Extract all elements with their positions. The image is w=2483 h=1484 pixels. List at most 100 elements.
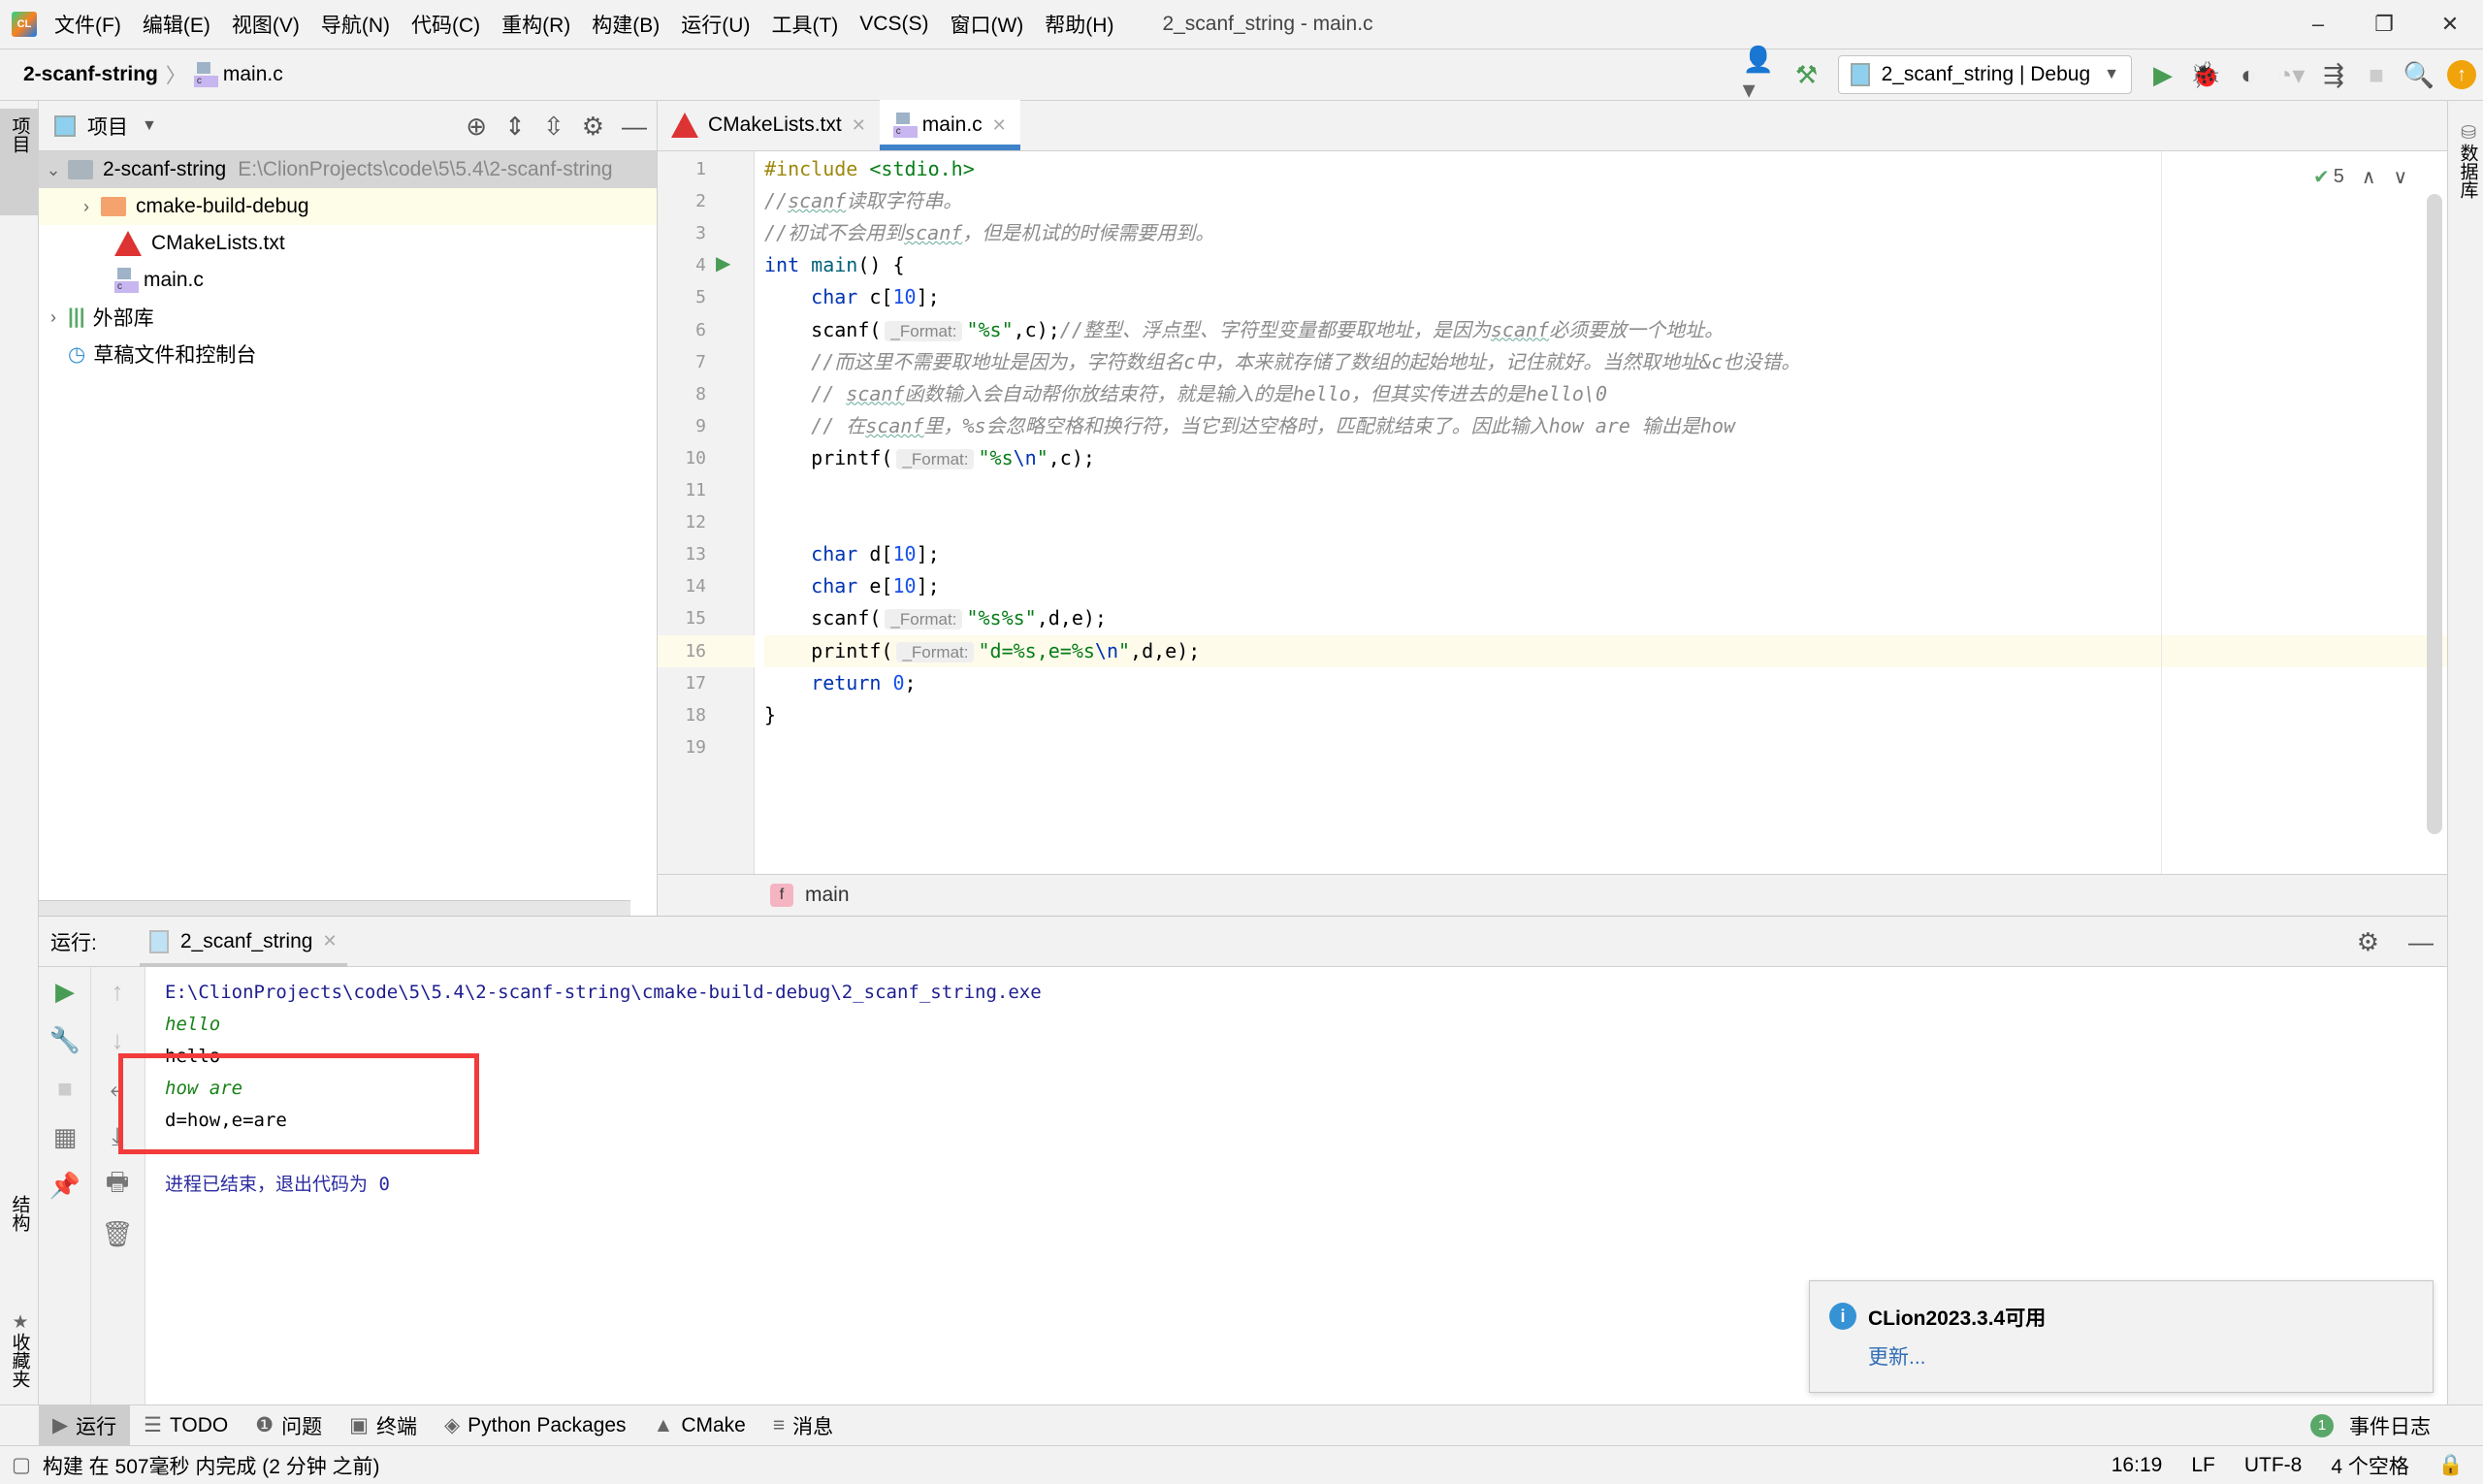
update-link[interactable]: 更新... (1868, 1341, 1926, 1371)
tree-item-cmake-build-debug[interactable]: › cmake-build-debug (39, 188, 657, 225)
menu-file[interactable]: 文件(F) (54, 10, 121, 39)
code-line[interactable]: #include <stdio.h> (764, 153, 975, 185)
trash-icon[interactable]: 🗑 (91, 1210, 144, 1258)
file-encoding[interactable]: UTF-8 (2244, 1454, 2303, 1477)
vertical-scrollbar[interactable] (2427, 194, 2442, 834)
menu-navigate[interactable]: 导航(N) (321, 10, 390, 39)
menu-edit[interactable]: 编辑(E) (143, 10, 210, 39)
close-button[interactable]: ✕ (2417, 0, 2483, 48)
status-toggle-icon[interactable]: ▢ (12, 1453, 31, 1477)
run-gutter-icon[interactable]: ▶ (716, 251, 730, 275)
caret-position[interactable]: 16:19 (2112, 1454, 2163, 1477)
code-line[interactable]: scanf(_Format: "%s",c);//整型、浮点型、字符型变量都要取地… (764, 314, 1724, 346)
indent-setting[interactable]: 4 个空格 (2331, 1451, 2409, 1480)
code-line[interactable]: return 0; (764, 667, 916, 699)
expand-all-icon[interactable]: ⇕ (504, 112, 526, 142)
stop-icon[interactable]: ■ (2355, 53, 2398, 96)
toolwin-terminal[interactable]: ▣ 终端 (336, 1405, 431, 1446)
menu-run[interactable]: 运行(U) (681, 10, 750, 39)
hide-icon[interactable]: — (622, 112, 647, 142)
lock-icon[interactable]: 🔒 (2438, 1454, 2464, 1477)
search-icon[interactable]: 🔍 (2398, 53, 2440, 96)
tree-item-project[interactable]: ⌄ 2-scanf-string E:\ClionProjects\code\5… (39, 151, 657, 188)
event-log-button[interactable]: 1 事件日志 (2297, 1405, 2444, 1446)
chevron-right-icon[interactable]: › (39, 307, 68, 328)
profile-icon[interactable]: ◔▾ (2270, 53, 2312, 96)
tree-item-scratches[interactable]: ◷ 草稿文件和控制台 (39, 336, 657, 372)
menu-vcs[interactable]: VCS(S) (859, 13, 928, 36)
tree-item-external-libraries[interactable]: › ||| 外部库 (39, 299, 657, 336)
toolwin-cmake[interactable]: ▲ CMake (640, 1405, 759, 1446)
layout-icon[interactable]: ▦ (39, 1113, 91, 1161)
chevron-down-icon[interactable]: ∨ (2394, 165, 2408, 189)
toolwin-python-packages[interactable]: ◈ Python Packages (431, 1405, 640, 1446)
code-line[interactable]: } (764, 699, 776, 731)
inspection-widget[interactable]: ✔ 5 ∧ ∨ (2313, 165, 2407, 189)
user-icon[interactable]: 👤▾ (1743, 45, 1786, 104)
pin-icon[interactable]: 📌 (39, 1161, 91, 1210)
tree-item-cmakelists[interactable]: CMakeLists.txt (39, 225, 657, 262)
build-hammer-icon[interactable]: ⚒ (1786, 53, 1828, 96)
code-line[interactable]: printf(_Format: "%s\n",c); (764, 442, 1095, 474)
toolwin-problems[interactable]: ❶ 问题 (242, 1405, 336, 1446)
toolwin-run[interactable]: ▶ 运行 (39, 1404, 131, 1446)
code-editor[interactable]: #include <stdio.h>//scanf读取字符串。//初试不会用到s… (755, 151, 2457, 874)
code-line[interactable]: // scanf函数输入会自动帮你放结束符，就是输入的是hello，但其实传进去… (764, 378, 1607, 410)
minimize-button[interactable]: – (2285, 0, 2351, 48)
chevron-up-icon[interactable]: ∧ (2362, 165, 2376, 189)
code-line[interactable]: char d[10]; (764, 538, 939, 570)
menu-window[interactable]: 窗口(W) (950, 10, 1023, 39)
line-separator[interactable]: LF (2191, 1454, 2215, 1477)
coverage-icon[interactable]: ◐ (2227, 53, 2270, 96)
horizontal-scrollbar[interactable] (39, 900, 630, 916)
code-line[interactable]: // 在scanf里，%s会忽略空格和换行符，当它到达空格时，匹配就结束了。因此… (764, 410, 1735, 442)
code-line[interactable]: //而这里不需要取地址是因为，字符数组名c中，本来就存储了数组的起始地址，记住就… (764, 346, 1800, 378)
code-line[interactable]: scanf(_Format: "%s%s",d,e); (764, 602, 1107, 634)
close-tab-icon[interactable]: ✕ (852, 115, 866, 136)
chevron-right-icon[interactable]: › (72, 197, 101, 217)
hide-icon[interactable]: — (2408, 927, 2434, 957)
function-breadcrumb[interactable]: main (805, 884, 850, 907)
toolwin-messages[interactable]: ≡ 消息 (759, 1405, 847, 1446)
locate-icon[interactable]: ⊕ (466, 112, 487, 142)
project-side-tab[interactable]: 项目 (0, 109, 39, 215)
chevron-down-icon[interactable]: ⌄ (39, 160, 68, 180)
run-icon[interactable]: ▶ (2142, 53, 2184, 96)
debug-icon[interactable]: 🐞 (2184, 53, 2227, 96)
gear-icon[interactable]: ⚙ (2357, 927, 2379, 957)
code-line[interactable]: char c[10]; (764, 281, 939, 313)
print-icon[interactable]: 🖶 (91, 1161, 144, 1210)
stop-icon[interactable]: ■ (39, 1064, 91, 1113)
breadcrumb-file[interactable]: main.c (223, 63, 283, 86)
tab-main-c[interactable]: main.c ✕ (879, 100, 1020, 150)
toolwin-todo[interactable]: ☰ TODO (130, 1405, 242, 1446)
code-line[interactable]: //scanf读取字符串。 (764, 185, 962, 217)
menu-tools[interactable]: 工具(T) (771, 10, 838, 39)
rerun-icon[interactable]: ▶ (39, 967, 91, 1016)
wrench-icon[interactable]: 🔧 (39, 1016, 91, 1064)
project-view-select[interactable]: 项目 (87, 112, 128, 141)
menu-refactor[interactable]: 重构(R) (501, 10, 570, 39)
gear-icon[interactable]: ⚙ (582, 112, 604, 142)
database-side-tab[interactable]: ⛁ 数据库 (2448, 114, 2483, 231)
structure-side-tab[interactable]: 结构 (0, 1187, 39, 1294)
menu-view[interactable]: 视图(V) (232, 10, 300, 39)
tab-cmakelists[interactable]: CMakeLists.txt ✕ (658, 100, 880, 150)
collapse-all-icon[interactable]: ⇳ (543, 112, 564, 142)
breadcrumb-project[interactable]: 2-scanf-string (23, 63, 158, 86)
arrow-up-icon[interactable]: ↑ (91, 967, 144, 1016)
code-line[interactable]: char e[10]; (764, 570, 939, 602)
code-line[interactable]: //初试不会用到scanf，但是机试的时候需要用到。 (764, 217, 1214, 249)
restore-button[interactable]: ❐ (2351, 0, 2417, 48)
update-icon[interactable]: ↑ (2440, 53, 2483, 96)
code-line[interactable]: int main() { (764, 249, 905, 281)
run-configuration-select[interactable]: 2_scanf_string | Debug ▼ (1837, 55, 2132, 94)
close-tab-icon[interactable]: ✕ (992, 115, 1007, 136)
tree-item-main-c[interactable]: main.c (39, 262, 657, 299)
menu-help[interactable]: 帮助(H) (1045, 10, 1113, 39)
menu-build[interactable]: 构建(B) (592, 10, 660, 39)
menu-code[interactable]: 代码(C) (411, 10, 480, 39)
close-tab-icon[interactable]: ✕ (322, 931, 337, 952)
chevron-down-icon[interactable]: ▼ (142, 117, 157, 135)
attach-icon[interactable]: ⇶ (2312, 53, 2355, 96)
